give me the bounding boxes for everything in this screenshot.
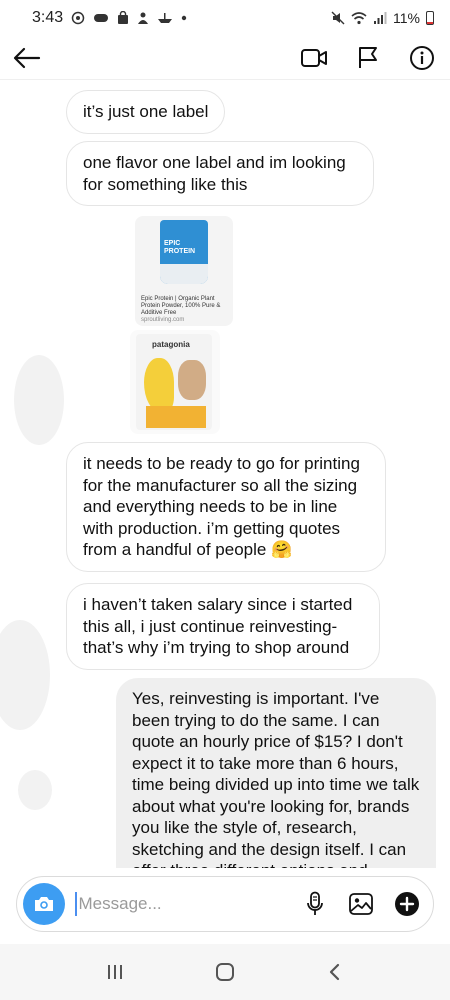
header-actions — [300, 44, 436, 72]
status-time: 3:43 — [32, 9, 64, 26]
message-bubble-incoming[interactable]: i haven’t taken salary since i started t… — [66, 583, 380, 670]
shared-product-image[interactable]: patagonia — [130, 330, 220, 434]
message-bubble-incoming[interactable]: it needs to be ready to go for printing … — [66, 442, 386, 572]
plus-icon[interactable] — [393, 890, 421, 918]
notification-icons — [71, 11, 187, 25]
chat-header — [0, 36, 450, 80]
package-label — [146, 406, 206, 428]
home-icon[interactable] — [209, 956, 241, 988]
wifi-icon — [351, 11, 367, 24]
gallery-icon[interactable] — [347, 890, 375, 918]
camera-icon[interactable] — [23, 883, 65, 925]
shared-product-link[interactable]: EPIC PROTEIN Epic Protein | Organic Plan… — [135, 216, 233, 326]
background-shape — [14, 355, 64, 445]
product-brand: EPIC PROTEIN — [164, 240, 196, 255]
message-input[interactable] — [78, 894, 289, 914]
message-thread[interactable]: it’s just one label one flavor one label… — [0, 80, 450, 868]
message-bubble-incoming[interactable]: one flavor one label and im looking for … — [66, 141, 374, 206]
product-image: EPIC PROTEIN — [160, 220, 208, 284]
info-icon[interactable] — [408, 44, 436, 72]
banana-graphic — [144, 358, 174, 412]
video-call-icon[interactable] — [300, 44, 328, 72]
message-text: it’s just one label — [83, 102, 209, 121]
message-text: i haven’t taken salary since i started t… — [83, 595, 353, 657]
back-icon[interactable] — [319, 956, 351, 988]
background-shape — [18, 770, 52, 810]
grain-graphic — [178, 360, 206, 400]
mute-icon — [331, 11, 345, 25]
product-label — [160, 264, 208, 284]
system-indicators: 11% — [331, 10, 434, 26]
text-cursor — [75, 892, 77, 916]
link-caption: Epic Protein | Organic Plant Protein Pow… — [141, 296, 221, 316]
link-source: sproutliving.com — [141, 317, 185, 323]
game-icon — [94, 14, 109, 22]
dot-icon — [181, 15, 187, 21]
message-text: one flavor one label and im looking for … — [83, 153, 346, 194]
product-brand: patagonia — [152, 340, 190, 349]
message-text: it needs to be ready to go for printing … — [83, 454, 360, 559]
message-bubble-outgoing[interactable]: Yes, reinvesting is important. I've been… — [116, 678, 436, 868]
signal-icon — [374, 11, 387, 24]
message-text: Yes, reinvesting is important. I've been… — [132, 689, 420, 868]
battery-percent: 11% — [393, 10, 420, 26]
status-bar: 3:43 11% — [0, 0, 450, 36]
message-composer — [16, 876, 434, 932]
composer-actions — [301, 890, 421, 918]
product-image: patagonia — [136, 334, 212, 430]
boat-icon — [158, 13, 173, 23]
system-navigation-bar — [0, 944, 450, 1000]
sync-icon — [71, 11, 85, 25]
person-icon — [138, 12, 149, 24]
recents-icon[interactable] — [99, 956, 131, 988]
bag-icon — [118, 11, 129, 24]
flag-icon[interactable] — [354, 44, 382, 72]
microphone-icon[interactable] — [301, 890, 329, 918]
background-shape — [0, 620, 50, 730]
battery-icon — [426, 11, 434, 25]
back-arrow-icon[interactable] — [12, 43, 42, 73]
message-bubble-incoming[interactable]: it’s just one label — [66, 90, 226, 134]
